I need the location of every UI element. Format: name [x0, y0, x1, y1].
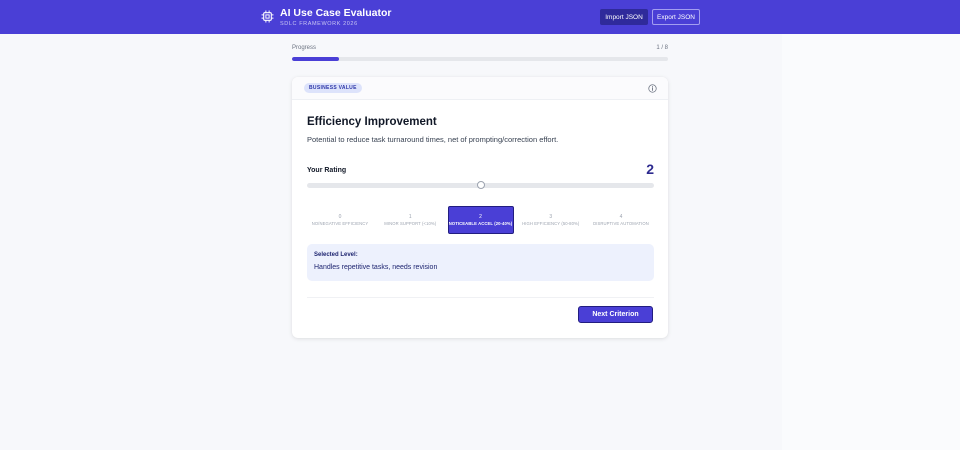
- selected-level-title: Selected Level:: [314, 252, 358, 258]
- level-number: 1: [408, 213, 412, 220]
- level-option-3[interactable]: 3 HIGH EFFICIENCY (50-80%): [518, 206, 584, 234]
- criterion-title: Efficiency Improvement: [307, 116, 437, 128]
- brand: AI Use Case Evaluator SDLC FRAMEWORK 202…: [261, 8, 391, 28]
- progress-bar: [292, 57, 668, 61]
- criterion-card: BUSINESS VALUE Efficiency Improvement Po…: [292, 77, 668, 338]
- chip-icon: [261, 10, 274, 23]
- level-label: DISRUPTIVE AUTOMATION: [593, 220, 649, 226]
- level-option-2[interactable]: 2 NOTICEABLE ACCEL (20-40%): [447, 206, 514, 234]
- level-option-4[interactable]: 4 DISRUPTIVE AUTOMATION: [588, 206, 654, 234]
- level-number: 3: [549, 213, 553, 220]
- level-number: 4: [619, 213, 623, 220]
- selected-level-box: Selected Level: Handles repetitive tasks…: [307, 244, 654, 281]
- criterion-description: Potential to reduce task turnaround time…: [307, 135, 559, 144]
- divider: [307, 297, 654, 298]
- progress-label: Progress: [292, 45, 317, 51]
- level-number: 0: [338, 213, 342, 220]
- next-criterion-button[interactable]: Next Criterion: [578, 306, 653, 323]
- category-badge: BUSINESS VALUE: [304, 83, 362, 93]
- selected-level-text: Handles repetitive tasks, needs revision: [314, 264, 438, 271]
- progress-bar-fill: [292, 57, 339, 61]
- level-options: 0 NO/NEGATIVE EFFICIENCY 1 MINOR SUPPORT…: [307, 206, 654, 234]
- level-option-1[interactable]: 1 MINOR SUPPORT (<10%): [377, 206, 443, 234]
- card-header: BUSINESS VALUE: [292, 77, 668, 100]
- level-label: NO/NEGATIVE EFFICIENCY: [311, 220, 369, 226]
- info-icon[interactable]: [648, 84, 657, 93]
- level-option-0[interactable]: 0 NO/NEGATIVE EFFICIENCY: [307, 206, 373, 234]
- side-panel: [782, 34, 960, 450]
- level-label: HIGH EFFICIENCY (50-80%): [522, 220, 580, 226]
- import-json-button[interactable]: Import JSON: [600, 9, 648, 25]
- export-json-button[interactable]: Export JSON: [652, 9, 700, 25]
- app-title: AI Use Case Evaluator: [280, 7, 392, 19]
- rating-slider-thumb[interactable]: [476, 181, 485, 189]
- rating-value: 2: [646, 161, 654, 177]
- rating-label: Your Rating: [307, 167, 347, 174]
- level-label: MINOR SUPPORT (<10%): [384, 220, 437, 226]
- level-label: NOTICEABLE ACCEL (20-40%): [448, 220, 513, 226]
- level-number: 2: [479, 213, 482, 220]
- progress-count: 1 / 8: [656, 45, 668, 51]
- app-subtitle: SDLC FRAMEWORK 2026: [280, 21, 358, 27]
- app-header: AI Use Case Evaluator SDLC FRAMEWORK 202…: [0, 0, 960, 34]
